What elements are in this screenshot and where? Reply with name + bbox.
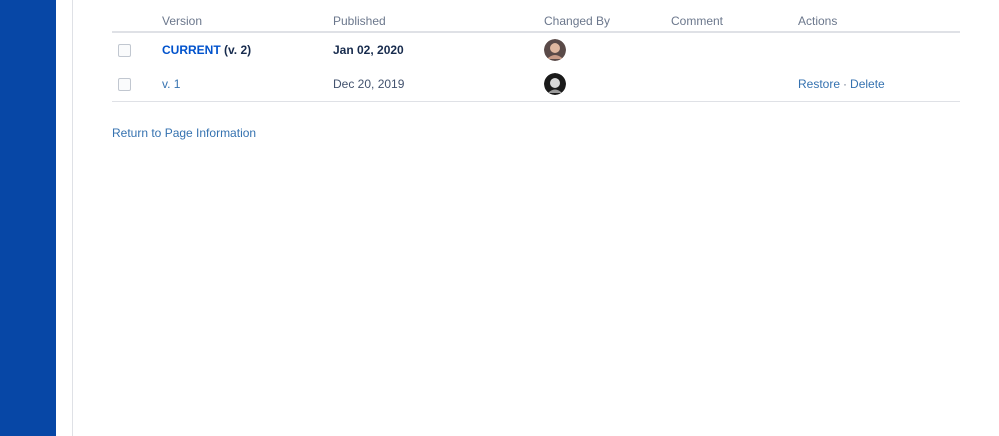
published-cell: Dec 20, 2019 <box>333 67 544 102</box>
user-avatar-icon <box>544 73 566 95</box>
actions-cell <box>798 32 960 67</box>
avatar[interactable] <box>544 73 566 95</box>
changed-by-cell <box>544 67 671 102</box>
delete-link[interactable]: Delete <box>850 77 885 91</box>
table-row: v. 1 Dec 20, 2019 Restore · Delete <box>112 67 960 102</box>
sidebar-divider <box>72 0 73 436</box>
actions-cell: Restore · Delete <box>798 67 960 102</box>
version-cell: v. 1 <box>162 67 333 102</box>
avatar[interactable] <box>544 39 566 61</box>
header-actions: Actions <box>798 0 960 33</box>
published-cell: Jan 02, 2020 <box>333 32 544 67</box>
header-select <box>112 0 162 33</box>
return-to-page-info-link[interactable]: Return to Page Information <box>112 126 256 140</box>
left-sidebar <box>0 0 56 436</box>
version-link[interactable]: v. 1 <box>162 77 180 91</box>
comment-cell <box>671 32 798 67</box>
row-select-cell <box>112 67 162 102</box>
restore-link[interactable]: Restore <box>798 77 840 91</box>
page-history-content: Version Published Changed By Comment Act… <box>112 0 960 142</box>
row-checkbox[interactable] <box>118 78 131 92</box>
page-history-table: Version Published Changed By Comment Act… <box>112 0 960 102</box>
header-comment: Comment <box>671 0 798 33</box>
user-avatar-icon <box>544 39 566 61</box>
table-row: CURRENT (v. 2) Jan 02, 2020 <box>112 32 960 67</box>
header-version: Version <box>162 0 333 33</box>
header-changed-by: Changed By <box>544 0 671 33</box>
actions-separator: · <box>843 77 848 91</box>
header-published: Published <box>333 0 544 33</box>
row-select-cell <box>112 32 162 67</box>
comment-cell <box>671 67 798 102</box>
version-cell: CURRENT (v. 2) <box>162 32 333 67</box>
published-date: Dec 20, 2019 <box>333 77 405 91</box>
published-date: Jan 02, 2020 <box>333 43 404 57</box>
row-checkbox[interactable] <box>118 44 131 58</box>
version-link[interactable]: CURRENT <box>162 43 221 57</box>
changed-by-cell <box>544 32 671 67</box>
table-header-row: Version Published Changed By Comment Act… <box>112 0 960 33</box>
version-suffix: (v. 2) <box>224 43 252 57</box>
